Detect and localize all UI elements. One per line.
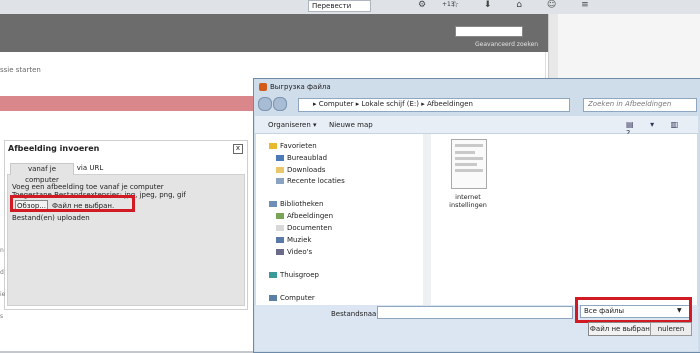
nav-label: Bibliotheken xyxy=(280,200,324,208)
partial-text: ssie starten xyxy=(0,66,41,74)
new-folder-button[interactable]: Nieuwe map xyxy=(329,121,373,129)
nav-label: Thuisgroep xyxy=(280,271,319,279)
nav-pictures[interactable]: Afbeeldingen xyxy=(276,212,333,220)
folder-icon xyxy=(276,167,284,173)
highlight-box-browse xyxy=(10,195,135,212)
nav-label: Recente locaties xyxy=(287,177,345,185)
cancel-button[interactable]: nuleren xyxy=(650,322,692,336)
nav-label: Computer xyxy=(280,294,315,302)
nav-label: Muziek xyxy=(287,236,312,244)
organize-menu[interactable]: Organiseren ▾ xyxy=(268,121,317,129)
upload-link[interactable]: Bestand(en) uploaden xyxy=(12,214,90,222)
file-name-label[interactable]: internet instellingen xyxy=(446,193,490,209)
videos-icon xyxy=(276,249,284,255)
advanced-search-link[interactable]: Geavanceerd zoeken xyxy=(475,41,538,48)
library-icon xyxy=(269,201,277,207)
search-placeholder: Zoeken in Afbeeldingen xyxy=(588,100,672,108)
nav-documents[interactable]: Documenten xyxy=(276,224,332,232)
file-thumbnail[interactable] xyxy=(451,139,487,189)
nav-homegroup[interactable]: Thuisgroep xyxy=(269,271,319,279)
window-title: Выгрузка файла xyxy=(270,83,331,91)
left-edge-marks: n d ie s xyxy=(0,247,6,320)
tab-from-computer[interactable]: vanaf je computer xyxy=(10,163,74,184)
computer-icon xyxy=(269,295,277,301)
right-background xyxy=(558,14,700,84)
open-button[interactable]: Файл не выбран. xyxy=(588,322,654,336)
recent-icon xyxy=(276,178,284,184)
nav-libraries[interactable]: Bibliotheken xyxy=(269,200,323,208)
tab-via-url[interactable]: via URL xyxy=(75,163,105,174)
nav-label: Downloads xyxy=(287,166,326,174)
nav-downloads[interactable]: Downloads xyxy=(276,166,325,174)
desktop-icon xyxy=(276,155,284,161)
dialog-title: Afbeelding invoeren xyxy=(8,144,100,153)
nav-desktop[interactable]: Bureaublad xyxy=(276,154,327,162)
nav-label: Video's xyxy=(287,248,313,256)
close-icon[interactable]: x xyxy=(233,144,243,154)
nav-label: Documenten xyxy=(287,224,333,232)
translate-button[interactable]: Перевести xyxy=(308,0,371,12)
firefox-icon xyxy=(259,83,267,91)
back-button[interactable] xyxy=(258,97,272,111)
site-search-input[interactable] xyxy=(455,26,523,37)
nav-label: Favorieten xyxy=(280,142,317,150)
addon-badge: +13 xyxy=(442,1,455,8)
nav-label: Bureaublad xyxy=(287,154,328,162)
nav-scrollbar[interactable] xyxy=(423,134,431,305)
documents-icon xyxy=(276,225,284,231)
address-path[interactable]: ▸ Computer ▸ Lokale schijf (E:) ▸ Afbeel… xyxy=(313,100,473,108)
nav-computer[interactable]: Computer xyxy=(269,294,315,302)
highlight-box-filetype xyxy=(575,297,692,323)
instruction-text: Voeg een afbeelding toe vanaf je compute… xyxy=(12,183,164,191)
homegroup-icon xyxy=(269,272,277,278)
pictures-icon xyxy=(276,213,284,219)
nav-favorites[interactable]: Favorieten xyxy=(269,142,317,150)
filename-input[interactable] xyxy=(377,306,573,319)
music-icon xyxy=(276,237,284,243)
nav-videos[interactable]: Video's xyxy=(276,248,312,256)
star-icon xyxy=(269,143,277,149)
nav-label: Afbeeldingen xyxy=(287,212,334,220)
forward-button[interactable] xyxy=(273,97,287,111)
nav-music[interactable]: Muziek xyxy=(276,236,311,244)
nav-recent[interactable]: Recente locaties xyxy=(276,177,345,185)
